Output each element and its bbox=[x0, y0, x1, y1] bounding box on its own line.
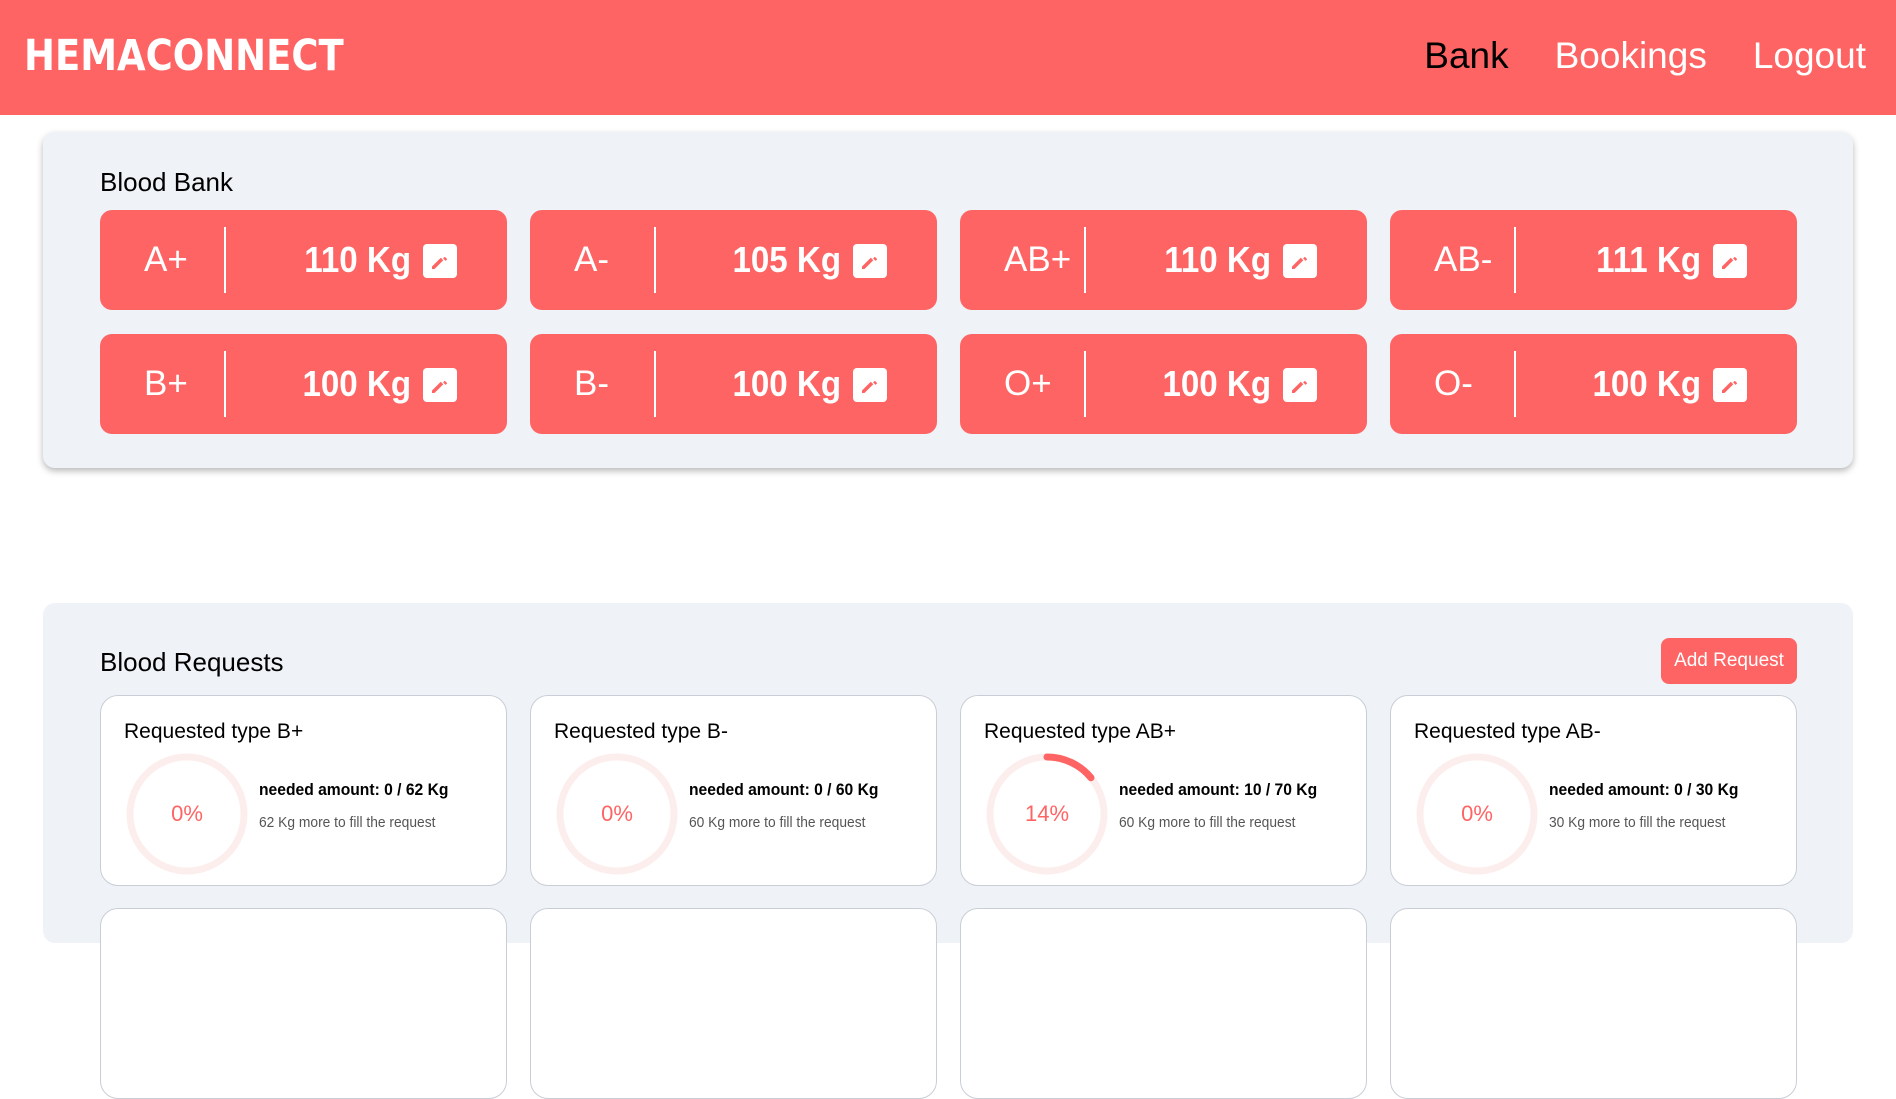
pencil-icon bbox=[1722, 256, 1738, 269]
bank-card-b-pos: B+ 100 Kg bbox=[100, 334, 507, 434]
bank-type: AB+ bbox=[1004, 240, 1072, 279]
edit-button[interactable] bbox=[1283, 368, 1317, 402]
pencil-icon bbox=[432, 380, 448, 393]
pencil-icon bbox=[862, 380, 878, 393]
bank-card-o-pos: O+ 100 Kg bbox=[960, 334, 1367, 434]
bank-type: AB- bbox=[1434, 240, 1493, 279]
add-request-button[interactable]: Add Request bbox=[1661, 638, 1797, 684]
bank-amount: 100 Kg bbox=[302, 363, 411, 404]
edit-button[interactable] bbox=[853, 244, 887, 278]
edit-button[interactable] bbox=[1713, 244, 1747, 278]
nav-logout[interactable]: Logout bbox=[1753, 30, 1866, 82]
request-card[interactable] bbox=[960, 908, 1367, 1099]
blood-bank-title: Blood Bank bbox=[100, 167, 233, 197]
navbar: HEMACONNECT Bank Bookings Logout bbox=[0, 0, 1896, 115]
request-title: Requested type AB+ bbox=[984, 720, 1177, 743]
bank-card-ab-pos: AB+ 110 Kg bbox=[960, 210, 1367, 310]
nav-links: Bank Bookings Logout bbox=[1424, 30, 1866, 82]
bank-amount: 100 Kg bbox=[1162, 363, 1271, 404]
request-title: Requested type B- bbox=[554, 720, 728, 743]
divider bbox=[1514, 351, 1516, 417]
bank-amount: 110 Kg bbox=[304, 239, 411, 280]
divider bbox=[654, 227, 656, 293]
bank-type: B+ bbox=[144, 364, 188, 403]
remaining-amount: 30 Kg more to fill the request bbox=[1549, 814, 1726, 831]
bank-card-ab-neg: AB- 111 Kg bbox=[1390, 210, 1797, 310]
needed-amount: needed amount: 10 / 70 Kg bbox=[1119, 780, 1318, 799]
needed-amount: needed amount: 0 / 30 Kg bbox=[1549, 780, 1739, 799]
bank-card-b-neg: B- 100 Kg bbox=[530, 334, 937, 434]
bank-type: O+ bbox=[1004, 364, 1052, 403]
divider bbox=[654, 351, 656, 417]
divider bbox=[224, 351, 226, 417]
bank-card-a-neg: A- 105 Kg bbox=[530, 210, 937, 310]
nav-bank[interactable]: Bank bbox=[1424, 30, 1508, 82]
blood-bank-grid: A+ 110 Kg A- 105 Kg AB+ 110 Kg AB- 111 K… bbox=[100, 210, 1797, 434]
progress-percent: 0% bbox=[1461, 801, 1493, 826]
remaining-amount: 60 Kg more to fill the request bbox=[689, 814, 866, 831]
progress-percent: 14% bbox=[1024, 801, 1070, 826]
request-title: Requested type AB- bbox=[1414, 720, 1601, 743]
progress-percent: 0% bbox=[171, 801, 203, 826]
bank-amount: 110 Kg bbox=[1164, 239, 1271, 280]
blood-requests-title: Blood Requests bbox=[100, 647, 284, 677]
bank-type: B- bbox=[574, 364, 609, 403]
needed-amount: needed amount: 0 / 62 Kg bbox=[259, 780, 449, 799]
bank-amount: 100 Kg bbox=[732, 363, 841, 404]
pencil-icon bbox=[862, 256, 878, 269]
needed-amount: needed amount: 0 / 60 Kg bbox=[689, 780, 879, 799]
bank-type: A- bbox=[574, 240, 609, 279]
nav-bookings[interactable]: Bookings bbox=[1555, 30, 1707, 82]
blood-requests-panel: Blood Requests Add Request Requested typ… bbox=[43, 603, 1853, 1099]
edit-button[interactable] bbox=[423, 368, 457, 402]
request-card[interactable]: Requested type B- 0% needed amount: 0 / … bbox=[530, 695, 937, 886]
pencil-icon bbox=[432, 256, 448, 269]
request-card[interactable]: Requested type AB+ 14% needed amount: 10… bbox=[960, 695, 1367, 886]
request-card[interactable]: Requested type B+ 0% needed amount: 0 / … bbox=[100, 695, 507, 886]
divider bbox=[224, 227, 226, 293]
bank-amount: 105 Kg bbox=[732, 239, 841, 280]
bank-type: A+ bbox=[144, 240, 188, 279]
pencil-icon bbox=[1292, 256, 1308, 269]
requests-grid: Requested type B+ 0% needed amount: 0 / … bbox=[100, 695, 1797, 1099]
divider bbox=[1084, 351, 1086, 417]
edit-button[interactable] bbox=[423, 244, 457, 278]
divider bbox=[1514, 227, 1516, 293]
blood-bank-panel: Blood Bank A+ 110 Kg A- 105 Kg AB+ 110 K… bbox=[43, 132, 1853, 468]
request-card[interactable] bbox=[100, 908, 507, 1099]
divider bbox=[1084, 227, 1086, 293]
progress-percent: 0% bbox=[601, 801, 633, 826]
bank-amount: 100 Kg bbox=[1592, 363, 1701, 404]
pencil-icon bbox=[1292, 380, 1308, 393]
pencil-icon bbox=[1722, 380, 1738, 393]
bank-card-a-pos: A+ 110 Kg bbox=[100, 210, 507, 310]
remaining-amount: 62 Kg more to fill the request bbox=[259, 814, 436, 831]
request-card[interactable] bbox=[1390, 908, 1797, 1099]
remaining-amount: 60 Kg more to fill the request bbox=[1119, 814, 1296, 831]
request-card[interactable] bbox=[530, 908, 937, 1099]
bank-amount: 111 Kg bbox=[1596, 239, 1701, 280]
bank-card-o-neg: O- 100 Kg bbox=[1390, 334, 1797, 434]
edit-button[interactable] bbox=[853, 368, 887, 402]
edit-button[interactable] bbox=[1283, 244, 1317, 278]
request-title: Requested type B+ bbox=[124, 720, 304, 743]
edit-button[interactable] bbox=[1713, 368, 1747, 402]
bank-type: O- bbox=[1434, 364, 1473, 403]
request-card[interactable]: Requested type AB- 0% needed amount: 0 /… bbox=[1390, 695, 1797, 886]
brand-logo[interactable]: HEMACONNECT bbox=[24, 28, 344, 84]
